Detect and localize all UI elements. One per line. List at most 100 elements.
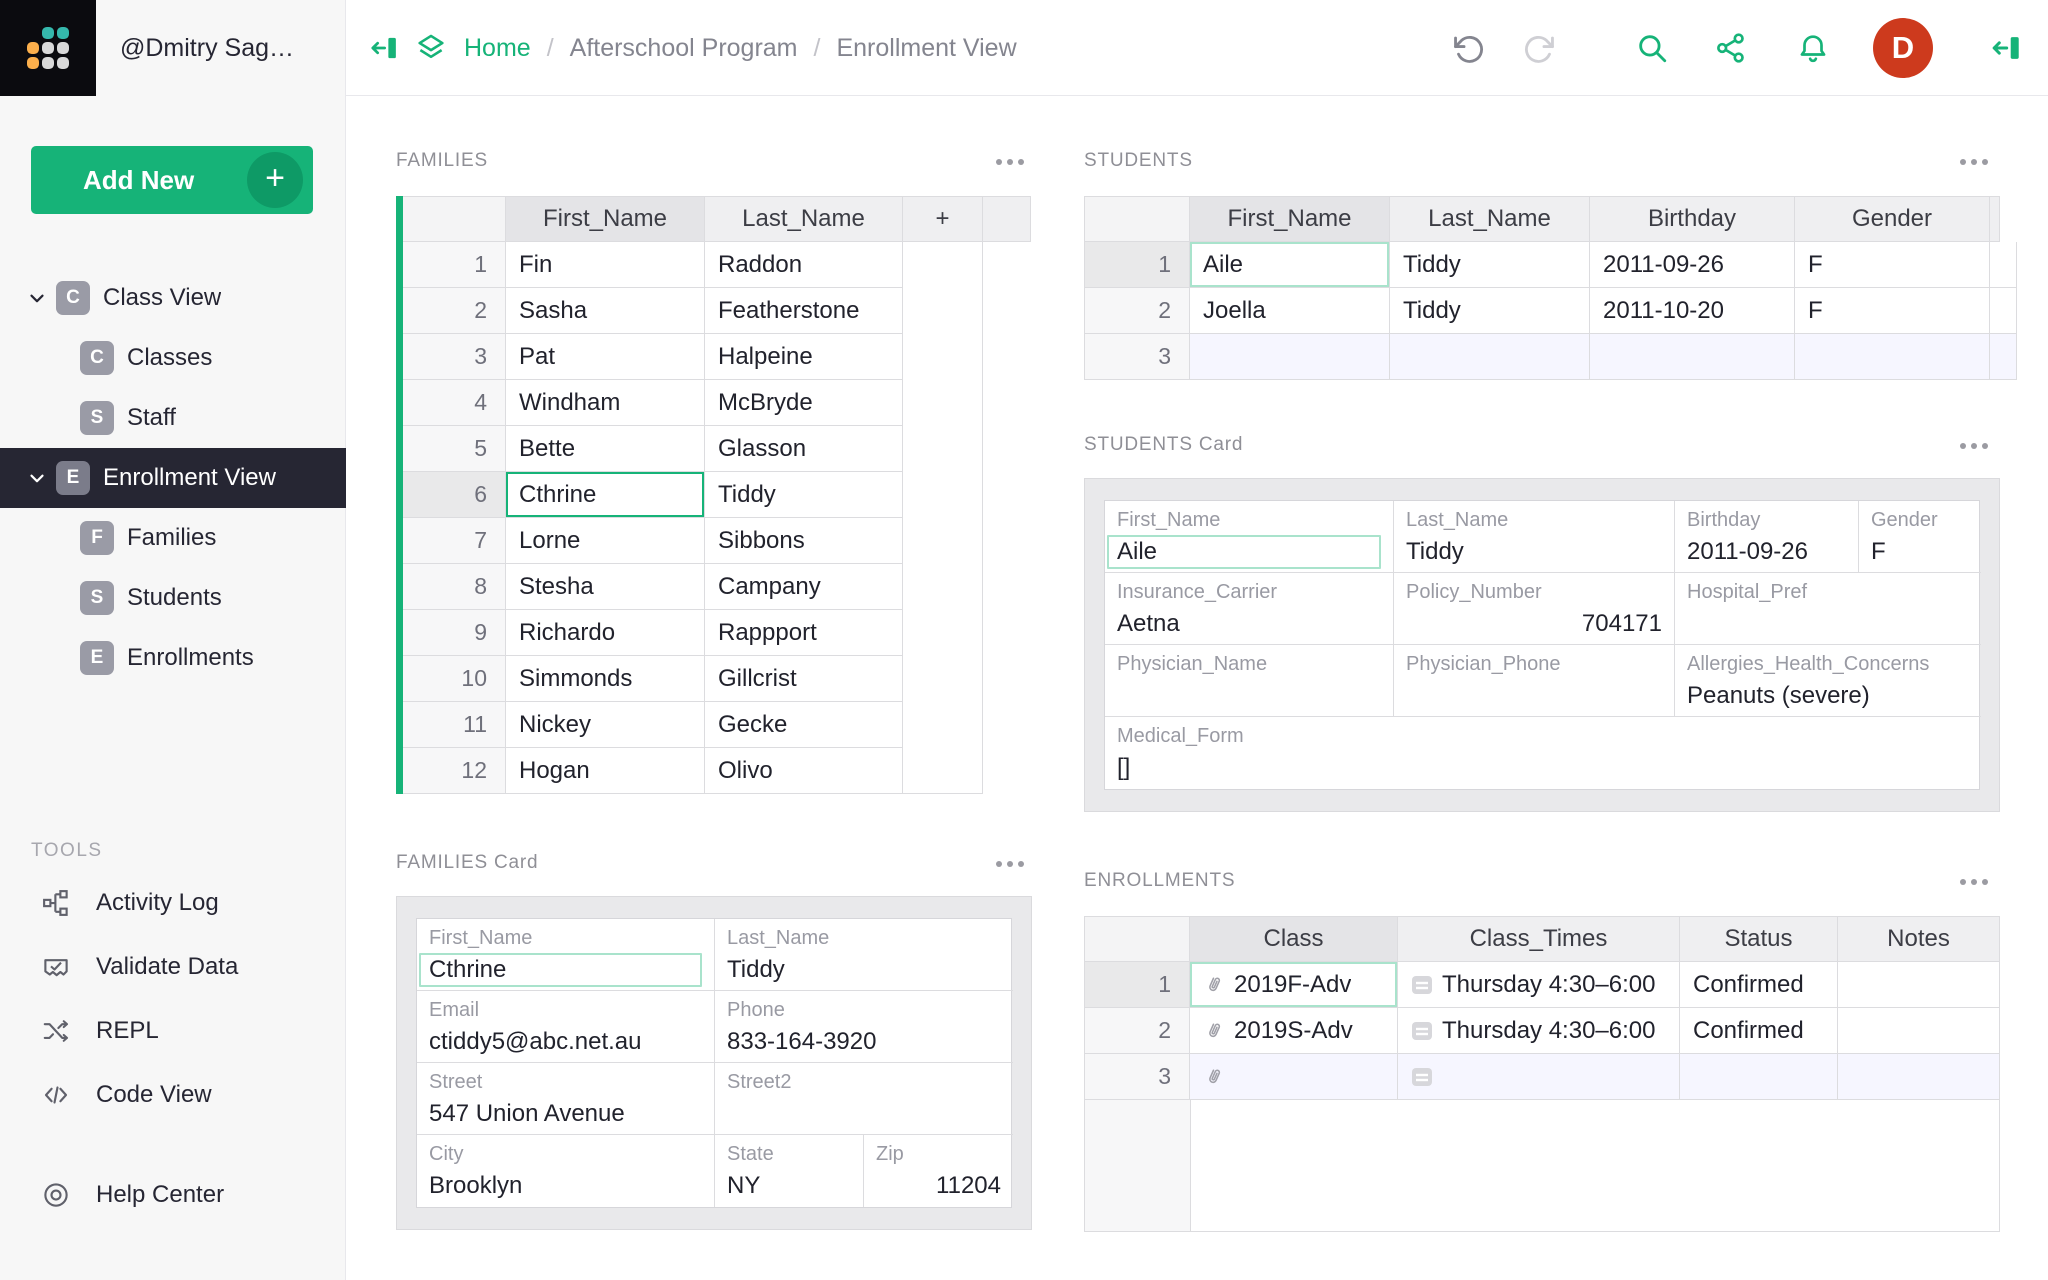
cell-last-name[interactable]: Tiddy: [705, 472, 903, 518]
cell-last-name[interactable]: Featherstone: [705, 288, 903, 334]
search-icon[interactable]: [1635, 31, 1669, 65]
workspace-header[interactable]: @Dmitry Sag…: [96, 0, 346, 96]
column-header-notes[interactable]: Notes: [1838, 916, 2000, 962]
cell-first-name[interactable]: Nickey: [506, 702, 705, 748]
card-field-first-name[interactable]: First_Name Aile: [1105, 501, 1394, 573]
card-field-city[interactable]: City Brooklyn: [417, 1135, 715, 1207]
share-icon[interactable]: [1714, 31, 1748, 65]
active-cursor-cell[interactable]: Cthrine: [506, 472, 705, 518]
cell-status[interactable]: Confirmed: [1680, 1008, 1838, 1054]
cell-first-name[interactable]: Stesha: [506, 564, 705, 610]
students-menu-dots[interactable]: [1960, 156, 1988, 168]
cell-last-name[interactable]: Gillcrist: [705, 656, 903, 702]
cell-first-name[interactable]: Joella: [1190, 288, 1390, 334]
students-card-menu-dots[interactable]: [1960, 440, 1988, 452]
column-header-birthday[interactable]: Birthday: [1590, 196, 1795, 242]
cursor-field-value[interactable]: Aile: [1107, 535, 1381, 569]
cell-last-name[interactable]: Rappport: [705, 610, 903, 656]
cell-last-name[interactable]: Olivo: [705, 748, 903, 794]
card-field-birthday[interactable]: Birthday 2011-09-26: [1675, 501, 1859, 573]
app-logo[interactable]: [0, 0, 96, 96]
row-number-header[interactable]: [1084, 196, 1190, 242]
cell-first-name[interactable]: [1190, 334, 1390, 380]
card-field-hospital-pref[interactable]: Hospital_Pref: [1675, 573, 1981, 645]
chevron-down-icon[interactable]: [24, 465, 50, 491]
card-field-physician-phone[interactable]: Physician_Phone: [1394, 645, 1675, 717]
card-field-gender[interactable]: Gender F: [1859, 501, 1981, 573]
cell-class[interactable]: [1190, 1054, 1398, 1100]
tool-validate-data[interactable]: Validate Data: [0, 935, 346, 999]
sidebar-item-staff[interactable]: S Staff: [0, 388, 346, 448]
sidebar-item-families[interactable]: F Families: [0, 508, 346, 568]
card-field-zip[interactable]: Zip 11204: [864, 1135, 1013, 1207]
collapse-left-panel-icon[interactable]: [368, 33, 398, 63]
sidebar-item-enrollment-view[interactable]: E Enrollment View: [0, 448, 346, 508]
card-field-allergies[interactable]: Allergies_Health_Concerns Peanuts (sever…: [1675, 645, 1981, 717]
row-number-header[interactable]: [403, 196, 506, 242]
tool-repl[interactable]: REPL: [0, 999, 346, 1063]
cell-gender[interactable]: F: [1795, 288, 1990, 334]
undo-button[interactable]: [1452, 31, 1486, 65]
cursor-cell[interactable]: 2019F-Adv: [1190, 962, 1398, 1008]
card-field-street[interactable]: Street 547 Union Avenue: [417, 1063, 715, 1135]
card-field-street2[interactable]: Street2: [715, 1063, 1013, 1135]
cell-last-name[interactable]: Gecke: [705, 702, 903, 748]
column-header-first-name[interactable]: First_Name: [506, 196, 705, 242]
cell-status[interactable]: Confirmed: [1680, 962, 1838, 1008]
cell-class-times[interactable]: Thursday 4:30–6:00: [1398, 1008, 1680, 1054]
card-field-last-name[interactable]: Last_Name Tiddy: [715, 919, 1013, 991]
column-header-status[interactable]: Status: [1680, 916, 1838, 962]
tool-code-view[interactable]: Code View: [0, 1063, 346, 1127]
card-field-email[interactable]: Email ctiddy5@abc.net.au: [417, 991, 715, 1063]
sidebar-item-enrollments[interactable]: E Enrollments: [0, 628, 346, 688]
sidebar-item-students[interactable]: S Students: [0, 568, 346, 628]
card-field-last-name[interactable]: Last_Name Tiddy: [1394, 501, 1675, 573]
chevron-down-icon[interactable]: [24, 285, 50, 311]
add-new-button[interactable]: Add New: [31, 146, 313, 214]
card-field-policy-number[interactable]: Policy_Number 704171: [1394, 573, 1675, 645]
cursor-cell[interactable]: Aile: [1190, 242, 1390, 288]
cell-first-name[interactable]: Windham: [506, 380, 705, 426]
cell-last-name[interactable]: Tiddy: [1390, 288, 1590, 334]
sidebar-item-classes[interactable]: C Classes: [0, 328, 346, 388]
column-header-first-name[interactable]: First_Name: [1190, 196, 1390, 242]
cell-gender[interactable]: [1795, 334, 1990, 380]
breadcrumb-home-link[interactable]: Home: [464, 34, 531, 63]
card-field-first-name[interactable]: First_Name Cthrine: [417, 919, 715, 991]
cell-first-name[interactable]: Bette: [506, 426, 705, 472]
families-card-menu-dots[interactable]: [996, 858, 1024, 870]
cell-last-name[interactable]: McBryde: [705, 380, 903, 426]
card-field-phone[interactable]: Phone 833-164-3920: [715, 991, 1013, 1063]
cell-class-times[interactable]: Thursday 4:30–6:00: [1398, 962, 1680, 1008]
cell-birthday[interactable]: 2011-09-26: [1590, 242, 1795, 288]
cell-class[interactable]: 2019S-Adv: [1190, 1008, 1398, 1054]
cell-birthday[interactable]: [1590, 334, 1795, 380]
column-header-class-times[interactable]: Class_Times: [1398, 916, 1680, 962]
families-menu-dots[interactable]: [996, 156, 1024, 168]
cell-last-name[interactable]: [1390, 334, 1590, 380]
cell-first-name[interactable]: Richardo: [506, 610, 705, 656]
cell-first-name[interactable]: Fin: [506, 242, 705, 288]
column-header-gender[interactable]: Gender: [1795, 196, 1990, 242]
card-field-physician-name[interactable]: Physician_Name: [1105, 645, 1394, 717]
cell-first-name[interactable]: Pat: [506, 334, 705, 380]
user-avatar[interactable]: D: [1873, 18, 1933, 78]
sidebar-item-class-view[interactable]: C Class View: [0, 268, 346, 328]
cell-last-name[interactable]: Campany: [705, 564, 903, 610]
cursor-field-value[interactable]: Cthrine: [419, 953, 702, 987]
notifications-bell-icon[interactable]: [1796, 31, 1830, 65]
column-header-last-name[interactable]: Last_Name: [705, 196, 903, 242]
add-column-button[interactable]: +: [903, 196, 983, 242]
page-stack-icon[interactable]: [414, 31, 448, 65]
cell-last-name[interactable]: Raddon: [705, 242, 903, 288]
card-field-insurance-carrier[interactable]: Insurance_Carrier Aetna: [1105, 573, 1394, 645]
cell-notes[interactable]: [1838, 1008, 2000, 1054]
enrollments-menu-dots[interactable]: [1960, 876, 1988, 888]
row-number-header[interactable]: [1084, 916, 1190, 962]
card-field-medical-form[interactable]: Medical_Form []: [1105, 717, 1981, 789]
cell-last-name[interactable]: Tiddy: [1390, 242, 1590, 288]
cell-notes[interactable]: [1838, 962, 2000, 1008]
tool-help-center[interactable]: Help Center: [0, 1163, 346, 1227]
cell-last-name[interactable]: Halpeine: [705, 334, 903, 380]
column-header-class[interactable]: Class: [1190, 916, 1398, 962]
